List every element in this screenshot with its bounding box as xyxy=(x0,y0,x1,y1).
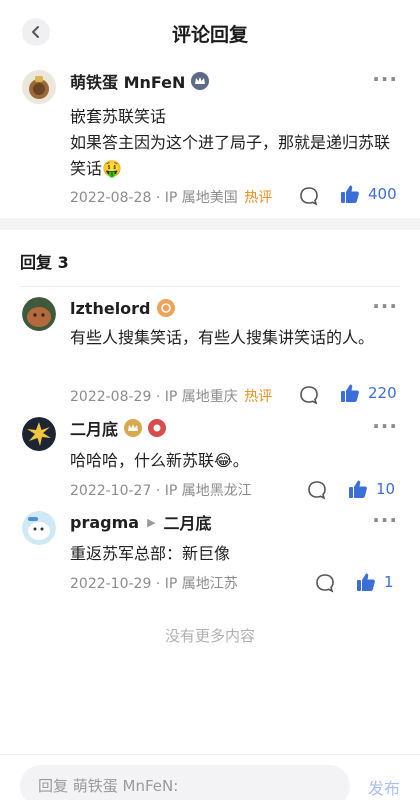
like-count: 220 xyxy=(368,384,397,402)
reply-bubble-icon[interactable] xyxy=(307,480,327,500)
comment-content: 嵌套苏联笑话 如果答主因为这个进了局子，那就是递归苏联笑话🤑 xyxy=(70,104,390,182)
content-text: 哈哈哈，什么新苏联 xyxy=(70,451,215,470)
replies-count-title: 回复 3 xyxy=(20,253,69,272)
more-icon[interactable]: ··· xyxy=(372,296,398,316)
page-title: 评论回复 xyxy=(171,24,248,46)
thumbs-up-icon xyxy=(349,480,367,498)
reply-meta: 2022-08-29 · IP 属地重庆 热评 xyxy=(70,389,273,405)
author-line: pragma ▶ 二月底 xyxy=(70,510,212,534)
reply-date: 2022-08-29 xyxy=(70,389,152,405)
comment-meta: 2022-08-28 · IP 属地美国 热评 xyxy=(70,190,273,206)
medal-badge-icon xyxy=(148,419,167,437)
reply-date: 2022-10-27 xyxy=(70,483,152,499)
more-icon[interactable]: ··· xyxy=(372,69,398,89)
bottom-reply-bar: 回复 萌铁蛋 MnFeN: 发布 xyxy=(0,754,420,800)
publish-button[interactable]: 发布 xyxy=(368,775,400,799)
ip-location: IP 属地江苏 xyxy=(164,576,238,592)
more-icon[interactable]: ··· xyxy=(372,416,398,436)
like-count: 400 xyxy=(368,185,397,203)
reply-content: 有些人搜集笑话，有些人搜集讲笑话的人。 xyxy=(70,328,375,347)
ip-location: IP 属地美国 xyxy=(164,190,238,206)
reply-item: 二月底 ··· 哈哈哈，什么新苏联😂。 2022-10-27 · IP 属地黑龙… xyxy=(0,416,420,502)
more-icon[interactable]: ··· xyxy=(372,510,398,530)
reply-bubble-icon[interactable] xyxy=(299,186,319,206)
reply-input[interactable]: 回复 萌铁蛋 MnFeN: xyxy=(20,765,350,800)
hot-badge: 热评 xyxy=(244,389,273,405)
ip-location: IP 属地黑龙江 xyxy=(164,483,252,499)
comment-date: 2022-08-28 xyxy=(70,190,152,206)
reply-item: pragma ▶ 二月底 ··· 重返苏军总部：新巨像 2022-10-29 ·… xyxy=(0,510,420,596)
section-divider xyxy=(0,218,420,230)
author-name[interactable]: lzthelord xyxy=(70,299,151,318)
content-tail: 。 xyxy=(232,451,249,470)
ip-location: IP 属地重庆 xyxy=(164,389,238,405)
author-line: 二月底 xyxy=(70,416,167,440)
content-line: 嵌套苏联笑话 xyxy=(70,107,167,126)
avatar[interactable] xyxy=(22,511,56,545)
crown-badge-icon xyxy=(191,72,210,90)
author-line: lzthelord xyxy=(70,297,175,319)
like-button[interactable]: 400 xyxy=(340,184,397,204)
reply-to-name[interactable]: 二月底 xyxy=(164,510,212,534)
money-face-emoji: 🤑 xyxy=(102,159,122,178)
avatar[interactable] xyxy=(22,297,56,331)
like-count: 1 xyxy=(384,573,394,591)
thumbs-up-icon xyxy=(341,384,359,402)
avatar[interactable] xyxy=(22,417,56,451)
reply-bubble-icon[interactable] xyxy=(299,385,319,405)
reply-arrow-icon: ▶ xyxy=(147,515,156,529)
content-line: 如果答主因为这个进了局子，那就是递归苏联笑话🤑 xyxy=(70,130,390,182)
thumbs-up-icon xyxy=(341,185,359,203)
reply-content: 重返苏军总部：新巨像 xyxy=(70,544,231,563)
like-count: 10 xyxy=(376,480,396,498)
reply-meta: 2022-10-29 · IP 属地江苏 xyxy=(70,576,238,592)
avatar[interactable] xyxy=(22,70,56,104)
header: 评论回复 xyxy=(0,0,420,64)
main-comment: 萌铁蛋 MnFeN ··· 嵌套苏联笑话 如果答主因为这个进了局子，那就是递归苏… xyxy=(0,69,420,210)
level-badge-icon xyxy=(156,299,175,317)
author-name[interactable]: pragma xyxy=(70,513,139,532)
no-more-content-text: 没有更多内容 xyxy=(164,627,255,645)
like-button[interactable]: 10 xyxy=(348,479,395,499)
thumbs-up-icon xyxy=(357,573,375,591)
reply-bubble-icon[interactable] xyxy=(315,573,335,593)
reply-meta: 2022-10-27 · IP 属地黑龙江 xyxy=(70,483,252,499)
author-name[interactable]: 萌铁蛋 MnFeN xyxy=(70,69,185,93)
level-badge-icon xyxy=(124,419,143,437)
laughing-emoji: 😂 xyxy=(214,451,233,470)
divider-line xyxy=(20,286,400,287)
like-button[interactable]: 1 xyxy=(356,572,394,592)
reply-content: 哈哈哈，什么新苏联😂。 xyxy=(70,448,390,474)
hot-badge: 热评 xyxy=(244,190,273,206)
reply-date: 2022-10-29 xyxy=(70,576,152,592)
author-line: 萌铁蛋 MnFeN xyxy=(70,69,210,93)
like-button[interactable]: 220 xyxy=(340,383,397,403)
reply-item: lzthelord ··· 有些人搜集笑话，有些人搜集讲笑话的人。 2022-0… xyxy=(0,296,420,407)
author-name[interactable]: 二月底 xyxy=(70,416,118,440)
